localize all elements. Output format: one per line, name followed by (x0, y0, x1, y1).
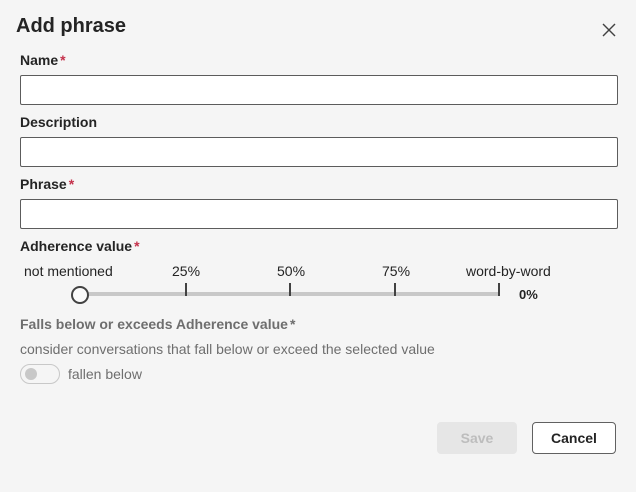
required-mark: * (60, 52, 66, 68)
tick-label-75: 75% (382, 263, 411, 279)
fallen-below-toggle[interactable] (20, 364, 60, 384)
close-button[interactable] (598, 19, 620, 41)
dialog-title: Add phrase (16, 15, 127, 37)
adherence-value-readout: 0% (519, 287, 538, 302)
cancel-button[interactable]: Cancel (532, 422, 616, 454)
description-label-text: Description (20, 114, 98, 130)
phrase-label-text: Phrase (20, 176, 67, 192)
slider-tick-50 (289, 283, 291, 296)
phrase-field[interactable] (20, 199, 618, 229)
adherence-label-text: Adherence value (20, 238, 133, 254)
slider-tick-25 (185, 283, 187, 296)
toggle-knob (25, 368, 37, 380)
required-mark: * (134, 238, 140, 254)
tick-label-not-mentioned: not mentioned (24, 263, 113, 279)
close-icon (602, 23, 616, 37)
phrase-label: Phrase * (20, 176, 74, 192)
tick-label-word-by-word: word-by-word (466, 263, 551, 279)
toggle-label: fallen below (68, 366, 142, 382)
threshold-label-text: Falls below or exceeds Adherence value (20, 316, 288, 332)
adherence-label: Adherence value * (20, 238, 140, 254)
tick-label-50: 50% (277, 263, 306, 279)
description-label: Description (20, 114, 97, 130)
adherence-slider[interactable] (70, 282, 510, 308)
tick-label-25: 25% (172, 263, 201, 279)
name-label: Name * (20, 52, 66, 68)
threshold-label: Falls below or exceeds Adherence value * (20, 316, 295, 332)
slider-tick-100 (498, 283, 500, 296)
name-field[interactable] (20, 75, 618, 105)
slider-thumb[interactable] (71, 286, 89, 304)
save-button[interactable]: Save (437, 422, 517, 454)
required-mark: * (289, 316, 296, 332)
required-mark: * (68, 176, 75, 192)
threshold-description: consider conversations that fall below o… (20, 341, 435, 357)
slider-tick-75 (394, 283, 396, 296)
name-label-text: Name (20, 52, 59, 68)
description-field[interactable] (20, 137, 618, 167)
